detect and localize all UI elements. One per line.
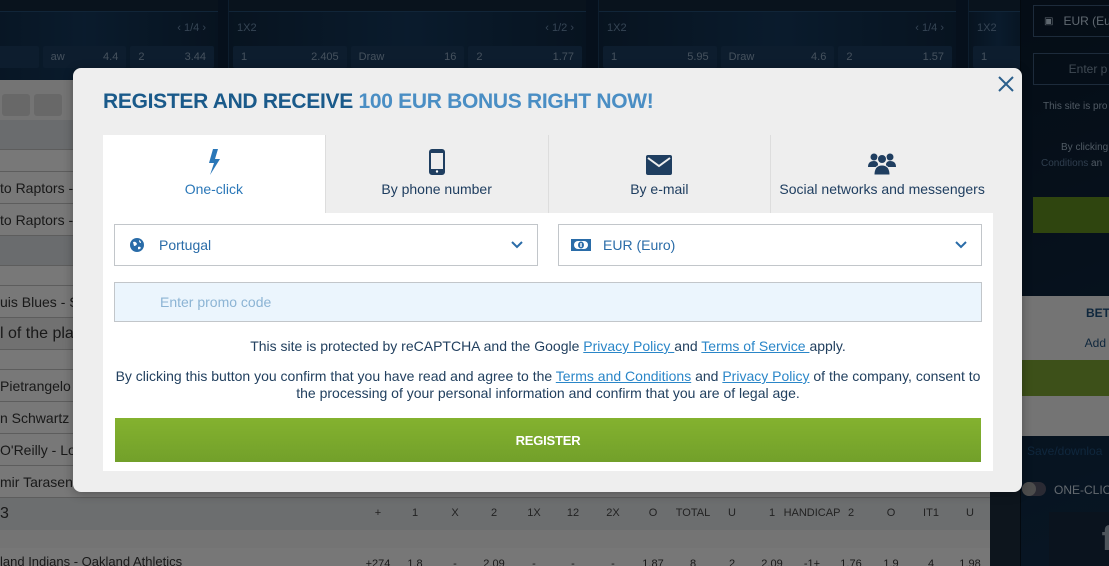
phone-icon — [428, 149, 445, 175]
terms-of-service-link[interactable]: Terms of Service — [701, 338, 809, 354]
country-select[interactable]: Portugal — [114, 224, 538, 266]
consent-notice: By clicking this button you confirm that… — [115, 368, 981, 401]
promo-code-input[interactable] — [115, 283, 981, 321]
promo-code-field[interactable] — [114, 282, 982, 322]
register-modal: REGISTER AND RECEIVE 100 EUR BONUS RIGHT… — [73, 68, 1022, 492]
globe-icon — [130, 238, 144, 252]
terms-and-conditions-link[interactable]: Terms and Conditions — [556, 368, 691, 384]
banknote-icon — [571, 239, 591, 251]
tab-by-phone[interactable]: By phone number — [324, 135, 548, 213]
country-value: Portugal — [159, 237, 212, 253]
register-button[interactable]: REGISTER — [115, 418, 981, 462]
recaptcha-notice: This site is protected by reCAPTCHA and … — [250, 338, 846, 354]
envelope-icon — [646, 155, 673, 175]
close-button[interactable] — [996, 74, 1016, 94]
close-icon — [998, 76, 1014, 92]
tab-one-click[interactable]: One-click — [103, 135, 325, 213]
lightning-icon — [208, 149, 220, 175]
registration-method-tabs: One-click By phone number By e-mail Soci… — [103, 135, 993, 213]
currency-select[interactable]: EUR (Euro) — [558, 224, 982, 266]
chevron-down-icon — [511, 241, 523, 249]
tab-by-email[interactable]: By e-mail — [547, 135, 771, 213]
registration-form: One-click By phone number By e-mail Soci… — [103, 135, 993, 471]
tab-social-networks[interactable]: Social networks and messengers — [770, 135, 993, 213]
currency-value: EUR (Euro) — [603, 237, 676, 253]
modal-title: REGISTER AND RECEIVE 100 EUR BONUS RIGHT… — [103, 90, 654, 113]
privacy-policy-link[interactable]: Privacy Policy — [583, 338, 674, 354]
company-privacy-policy-link[interactable]: Privacy Policy — [722, 368, 809, 384]
users-icon — [868, 153, 897, 175]
chevron-down-icon — [955, 241, 967, 249]
